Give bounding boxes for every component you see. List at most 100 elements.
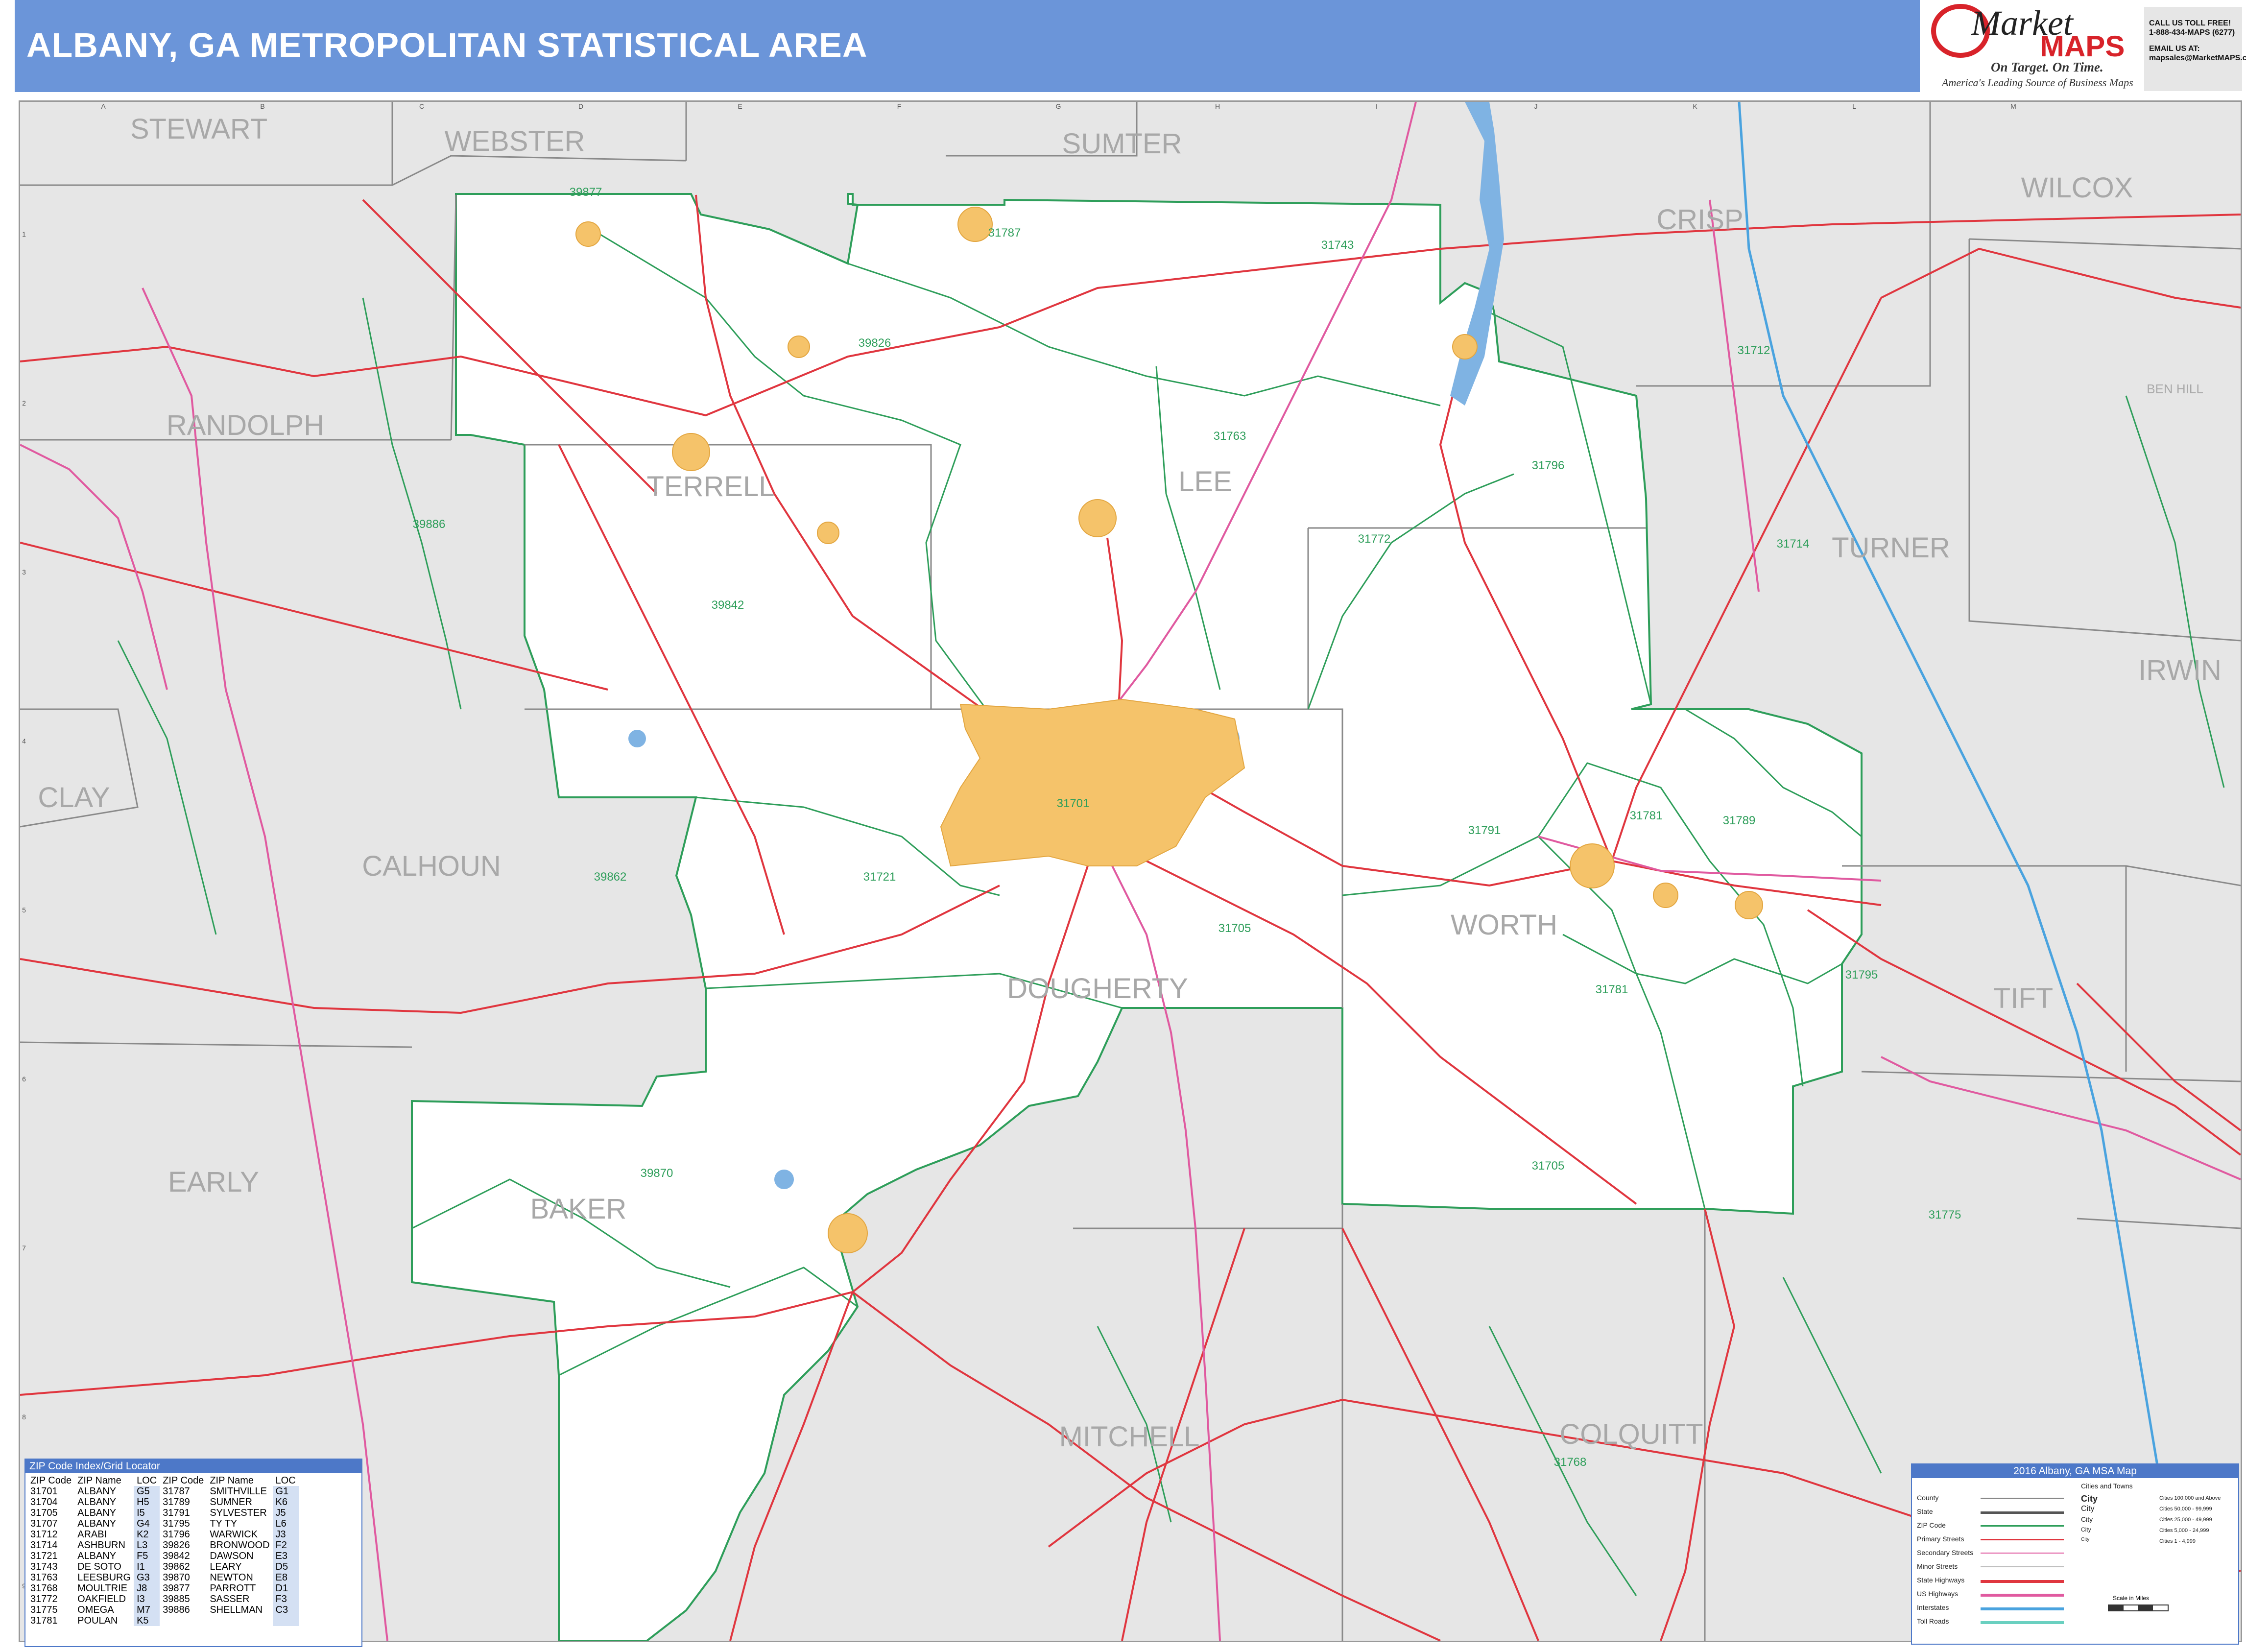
zip-index-cell: 31768 (30, 1583, 58, 1594)
city-area-newton (828, 1213, 868, 1253)
legend-city-range: Cities 1 - 4,999 (2159, 1538, 2196, 1544)
market-maps-logo: Market MAPS On Target. On Time. America'… (1927, 0, 2143, 92)
county-label: MITCHELL (1059, 1421, 1200, 1453)
zip-index-cell: 31743 (30, 1561, 58, 1572)
zip-index-cell: G5 (134, 1486, 160, 1497)
zip-label: 31763 (1214, 430, 1246, 443)
legend-item-label: Secondary Streets (1917, 1549, 1974, 1556)
zip-index-cell: NEWTON (210, 1572, 253, 1583)
zip-index-cell: K2 (134, 1529, 160, 1540)
grid-column-label: H (1215, 102, 1220, 110)
legend-item-label: US Highways (1917, 1590, 1959, 1598)
legend-city-label: City (2081, 1494, 2098, 1504)
legend-item-label: State (1917, 1508, 1933, 1515)
zip-index-cell: 31791 (163, 1508, 190, 1518)
grid-row-label: 3 (22, 568, 26, 576)
zip-index-cell: F2 (272, 1540, 299, 1551)
zip-label: 31712 (1738, 344, 1770, 357)
zip-index-cell: OMEGA (77, 1604, 114, 1615)
legend-item-label: Primary Streets (1917, 1535, 1964, 1543)
zip-label: 31796 (1532, 459, 1565, 472)
grid-column-label: I (1376, 102, 1378, 110)
grid-row-label: 5 (22, 906, 26, 914)
grid-column-label: J (1534, 102, 1538, 110)
city-area-dawson (672, 433, 710, 471)
zip-index-row: 31704 ALBANY H5 31789 SUMNER K6 (27, 1497, 299, 1508)
zip-index-cell: ARABI (77, 1529, 107, 1540)
zip-index-cell: K5 (134, 1615, 160, 1626)
city-area-sasser (817, 522, 839, 544)
zip-index-cell: 31763 (30, 1572, 58, 1583)
zip-index-row: 31721 ALBANY F5 39842 DAWSON E3 (27, 1551, 299, 1561)
zip-index-cell: D1 (272, 1583, 299, 1594)
grid-column-label: F (897, 102, 902, 110)
zip-index-grid: ZIP Code ZIP Name LOC ZIP Code ZIP Name LOC 3… (27, 1475, 299, 1626)
zip-label: 31743 (1321, 239, 1354, 252)
zip-index-cell: D5 (272, 1561, 299, 1572)
zip-index-cell: 31714 (30, 1540, 58, 1551)
zip-label: 31781 (1596, 983, 1628, 996)
zip-index-header: ZIP Code Index/Grid Locator (25, 1460, 361, 1473)
zip-index-cell: ASHBURN (77, 1540, 125, 1551)
zip-index-cell: ALBANY (77, 1518, 117, 1529)
city-area-bronwood (788, 335, 810, 358)
map-canvas[interactable]: ABCDEFGHIJKLM 123456789 STEWART WEBSTER SU… (19, 100, 2242, 1642)
contact-box: CALL US TOLL FREE! 1-888-434-MAPS (6277)… (2144, 7, 2246, 91)
county-label: TERRELL (646, 471, 774, 503)
zip-index-cell (207, 1615, 272, 1626)
zip-index-cell: I1 (134, 1561, 160, 1572)
title-bar: ALBANY, GA METROPOLITAN STATISTICAL AREA (15, 0, 1920, 92)
zip-index-table: ZIP Code Index/Grid Locator ZIP Code ZIP … (24, 1459, 362, 1647)
legend-line-swatch (1981, 1511, 2064, 1514)
county-label: BAKER (530, 1193, 627, 1225)
zip-index-cell: WARWICK (210, 1529, 258, 1540)
zip-label: 31787 (988, 226, 1021, 239)
grid-column-label: B (260, 102, 264, 110)
contact-line: CALL US TOLL FREE! (2149, 19, 2231, 27)
legend-cities-header: Cities and Towns (2081, 1482, 2133, 1490)
zip-index-row: 31701 ALBANY G5 31787 SMITHVILLE G1 (27, 1486, 299, 1497)
zip-index-cell: G4 (134, 1518, 160, 1529)
zip-index-cell: 31787 (163, 1486, 190, 1497)
zip-index-column-header: ZIP Name (77, 1475, 121, 1486)
county-label: SUMTER (1062, 128, 1182, 160)
county-label: CLAY (38, 782, 110, 814)
county-label: WORTH (1451, 909, 1557, 941)
zip-index-cell: C3 (272, 1604, 299, 1615)
contact-line: EMAIL US AT: (2149, 45, 2200, 53)
zip-index-column-header: ZIP Name (210, 1475, 254, 1486)
county-label: WILCOX (2021, 172, 2133, 204)
zip-index-column-header: LOC (137, 1475, 157, 1486)
zip-index-cell: 39842 (163, 1551, 190, 1561)
zip-index-cell: I3 (134, 1594, 160, 1604)
zip-index-cell: LEESBURG (77, 1572, 131, 1583)
zip-index-cell: 31795 (163, 1518, 190, 1529)
grid-row-label: 6 (22, 1075, 26, 1083)
city-area-tyty (1735, 891, 1763, 919)
legend-city-label: City (2081, 1505, 2095, 1513)
zip-label: 39886 (413, 518, 446, 531)
legend-city-range: Cities 25,000 - 49,999 (2159, 1517, 2212, 1523)
zip-index-row: 31705 ALBANY I5 31791 SYLVESTER J5 (27, 1508, 299, 1518)
grid-column-label: E (738, 102, 742, 110)
zip-label: 31721 (863, 870, 896, 884)
zip-index-cell: 39877 (163, 1583, 190, 1594)
zip-index-cell: SMITHVILLE (210, 1486, 267, 1497)
zip-label: 31705 (1219, 922, 1251, 935)
zip-label: 39842 (712, 599, 744, 612)
zip-index-column-header: LOC (275, 1475, 296, 1486)
grid-column-label: L (1852, 102, 1856, 110)
zip-index-cell (160, 1615, 207, 1626)
zip-index-column-header: ZIP Code (30, 1475, 72, 1486)
legend-city-label: City (2081, 1526, 2091, 1533)
zip-index-cell: MOULTRIE (77, 1583, 127, 1594)
zip-index-cell: L6 (272, 1518, 299, 1529)
county-label: BEN HILL (2147, 382, 2203, 396)
legend-line-swatch (1981, 1566, 2064, 1567)
logo-subtagline: America's Leading Source of Business Map… (1942, 76, 2133, 89)
zip-index-cell: 31707 (30, 1518, 58, 1529)
contact-email: mapsales@MarketMAPS.com (2149, 54, 2246, 62)
zip-label: 31705 (1532, 1159, 1565, 1173)
logo-tagline: On Target. On Time. (1991, 60, 2103, 74)
legend-item-label: County (1917, 1494, 1939, 1502)
